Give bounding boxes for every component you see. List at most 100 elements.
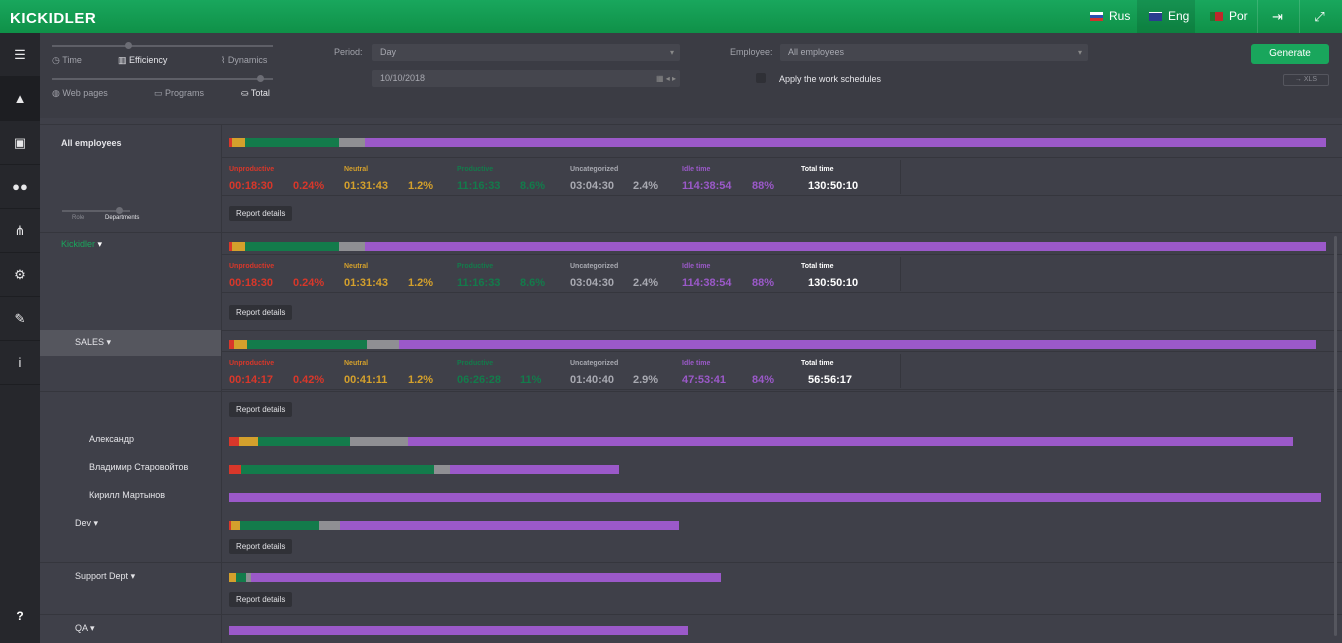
productive-label: Productive — [457, 263, 494, 270]
unproductive-percent: 0.24% — [293, 180, 325, 192]
lang-eng[interactable]: Eng — [1137, 0, 1195, 33]
mode-slider-knob[interactable] — [125, 42, 132, 49]
xls-export-button[interactable]: → XLS — [1283, 74, 1329, 86]
hierarchy-icon[interactable]: ⋔ — [0, 209, 40, 253]
scope-programs[interactable]: ▭ Programs — [154, 88, 204, 99]
report-details-button[interactable]: Report details — [229, 592, 293, 607]
neutral-percent: 1.2% — [408, 277, 434, 289]
unproductive-label: Unproductive — [229, 166, 275, 173]
dept-name-support[interactable]: Support Dept ▾ — [75, 571, 135, 582]
uk-flag-icon — [1149, 12, 1162, 21]
calendar-icon[interactable]: ▦ ◂ ▸ — [656, 70, 676, 87]
scope-web[interactable]: ◍ Web pages — [52, 88, 108, 99]
mode-slider[interactable] — [52, 42, 273, 49]
lang-por[interactable]: Por — [1198, 0, 1256, 33]
schedule-checkbox[interactable] — [756, 73, 766, 83]
scope-slider[interactable] — [52, 75, 273, 82]
view-toggle-knob[interactable] — [116, 207, 123, 214]
scope-slider-knob[interactable] — [257, 75, 264, 82]
report-details-button[interactable]: Report details — [229, 402, 293, 417]
schedule-label: Apply the work schedules — [779, 74, 882, 84]
dept-dev-label: Dev — [75, 518, 92, 528]
employee-name[interactable]: Владимир Старовойтов — [89, 462, 188, 472]
idle-percent: 88% — [752, 180, 775, 192]
wrench-icon[interactable]: ✎ — [0, 297, 40, 341]
date-field[interactable]: 10/10/2018 ▦ ◂ ▸ — [372, 70, 680, 87]
unproductive-segment — [229, 437, 239, 446]
portugal-flag-icon — [1210, 12, 1223, 21]
productive-segment — [247, 340, 367, 349]
neutral-time: 01:31:43 — [344, 277, 389, 289]
productive-segment — [236, 573, 246, 582]
unproductive-time: 00:14:17 — [229, 374, 274, 386]
app-logo[interactable]: KICKIDLER — [10, 10, 96, 27]
unproductive-label: Unproductive — [229, 360, 275, 367]
group-name-kickidler[interactable]: Kickidler ▾ — [61, 239, 102, 250]
settings-icon[interactable]: ⚙ — [0, 253, 40, 297]
uncategorized-label: Uncategorized — [570, 166, 619, 173]
period-select[interactable]: Day ▾ — [372, 44, 680, 61]
employee-name[interactable]: Александр — [89, 434, 134, 444]
lang-rus[interactable]: Rus — [1078, 0, 1136, 33]
productive-time: 06:26:28 — [457, 374, 502, 386]
period-value: Day — [380, 47, 397, 57]
employee-name[interactable]: Кирилл Мартынов — [89, 490, 165, 500]
scrollbar[interactable] — [1334, 236, 1337, 636]
lang-rus-label: Rus — [1109, 9, 1131, 23]
neutral-label: Neutral — [344, 166, 369, 173]
divider — [40, 562, 1342, 563]
dept-name-dev[interactable]: Dev ▾ — [75, 518, 98, 529]
employee-bar — [229, 437, 1293, 446]
info-icon[interactable]: i — [0, 341, 40, 385]
toggle-departments[interactable]: Departments — [105, 215, 139, 221]
russia-flag-icon — [1090, 12, 1103, 21]
uncategorized-percent: 2.4% — [633, 277, 659, 289]
productive-segment — [245, 138, 339, 147]
mode-dynamics[interactable]: ⌇ Dynamics — [221, 55, 267, 66]
total-label: Total time — [801, 166, 834, 173]
idle-segment — [399, 340, 1316, 349]
group-name-sales[interactable]: SALES ▾ — [75, 337, 111, 348]
employee-select[interactable]: All employees ▾ — [780, 44, 1088, 61]
chevron-down-icon: ▾ — [1077, 48, 1082, 57]
idle-label: Idle time — [682, 360, 711, 367]
lang-eng-label: Eng — [1168, 9, 1190, 23]
uncategorized-time: 03:04:30 — [570, 180, 615, 192]
stat-divider — [221, 157, 1342, 158]
report-details-button[interactable]: Report details — [229, 305, 293, 320]
sidebar: ☰ ▲ ▣ ●● ⋔ ⚙ ✎ i ? — [0, 33, 40, 643]
uncategorized-percent: 2.4% — [633, 180, 659, 192]
generate-button[interactable]: Generate — [1251, 44, 1329, 64]
toggle-role[interactable]: Role — [72, 215, 84, 221]
unproductive-label: Unproductive — [229, 263, 275, 270]
view-toggle[interactable] — [62, 207, 130, 214]
idle-segment — [365, 242, 1326, 251]
group-bar — [229, 138, 1326, 147]
chart-icon[interactable]: ▲ — [0, 77, 40, 121]
neutral-percent: 1.2% — [408, 374, 434, 386]
neutral-segment — [229, 573, 236, 582]
fullscreen-icon[interactable]: ⤢ — [1299, 0, 1339, 33]
uncategorized-time: 03:04:30 — [570, 277, 615, 289]
unproductive-percent: 0.42% — [293, 374, 325, 386]
scope-web-label: Web pages — [62, 88, 108, 98]
help-icon[interactable]: ? — [0, 609, 40, 623]
mode-time[interactable]: ◷ Time — [52, 55, 82, 66]
report-details-button[interactable]: Report details — [229, 206, 293, 221]
neutral-segment — [231, 521, 240, 530]
users-icon[interactable]: ●● — [0, 165, 40, 209]
logout-icon[interactable]: ⇥ — [1257, 0, 1297, 33]
group-sales-label: SALES — [75, 337, 105, 347]
productive-percent: 11% — [520, 374, 542, 386]
caret-down-icon: ▾ — [90, 623, 95, 633]
date-value: 10/10/2018 — [380, 73, 426, 83]
list-icon[interactable]: ☰ — [0, 33, 40, 77]
report-details-button[interactable]: Report details — [229, 539, 293, 554]
idle-segment — [408, 437, 1293, 446]
lock-icon[interactable]: ▣ — [0, 121, 40, 165]
dept-name-qa[interactable]: QA ▾ — [75, 623, 95, 634]
group-name-all[interactable]: All employees — [61, 138, 122, 148]
divider — [40, 391, 1342, 392]
mode-efficiency[interactable]: ▥ Efficiency — [118, 55, 167, 66]
scope-total[interactable]: ⛀ Total — [241, 88, 270, 99]
